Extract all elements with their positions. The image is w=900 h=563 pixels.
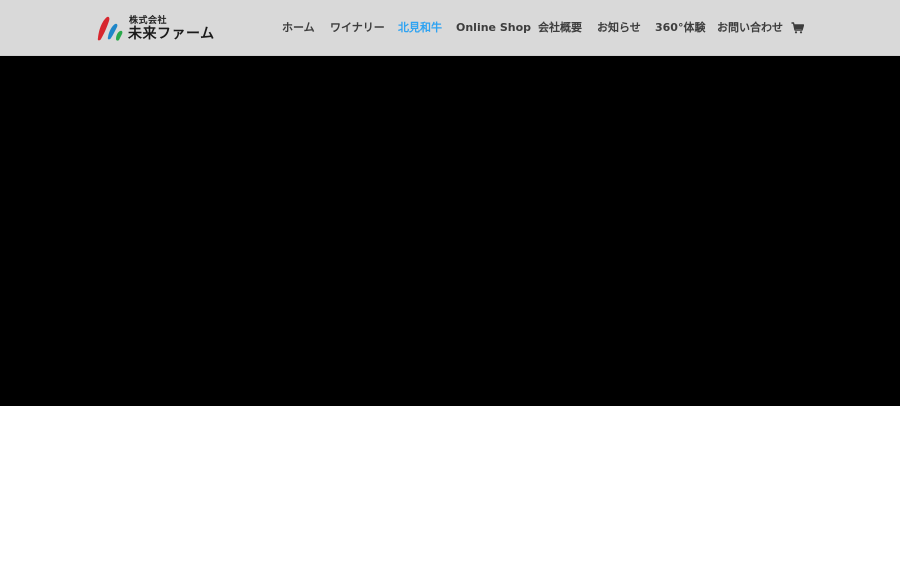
nav-item-winery[interactable]: ワイナリー: [330, 20, 385, 36]
nav-item-home[interactable]: ホーム: [282, 20, 315, 36]
logo-company-name: 未来ファーム: [128, 26, 215, 42]
hero-video-area: [0, 56, 900, 406]
page-content-area: [0, 406, 900, 563]
nav-item-news[interactable]: お知らせ: [597, 20, 641, 36]
shopping-cart-icon[interactable]: [791, 22, 804, 34]
nav-item-contact[interactable]: お問い合わせ: [717, 20, 783, 36]
nav-item-360-experience[interactable]: 360°体験: [655, 20, 705, 36]
nav-item-online-shop[interactable]: Online Shop: [456, 20, 531, 36]
nav-item-kitami-wagyu[interactable]: 北見和牛: [398, 20, 442, 36]
logo-company-type: 株式会社: [129, 16, 168, 26]
nav-item-company[interactable]: 会社概要: [538, 20, 582, 36]
site-logo[interactable]: 株式会社 未来ファーム: [95, 14, 214, 44]
logo-mark-icon: [97, 16, 123, 41]
site-header: 株式会社 未来ファーム ホーム ワイナリー 北見和牛 Online Shop 会…: [0, 0, 900, 56]
